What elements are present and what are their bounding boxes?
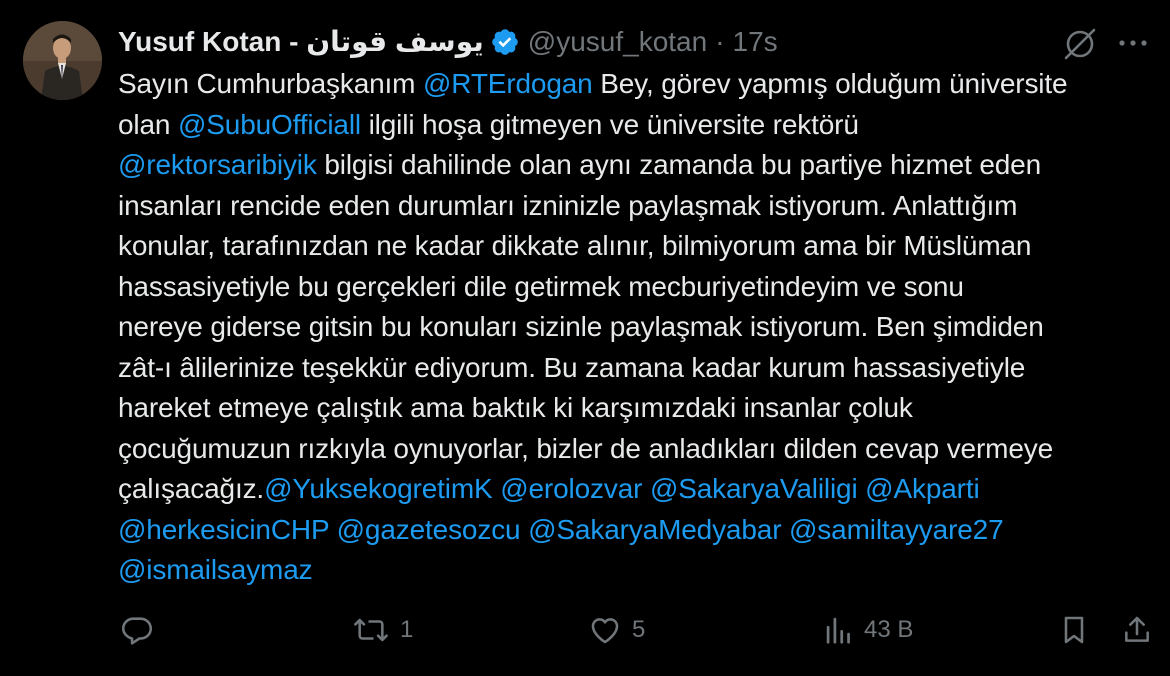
tweet-text-segment: ilgili hoşa gitmeyen ve üniversite rektö… bbox=[360, 108, 859, 140]
tweet-text-segment: çalışacağız. bbox=[118, 473, 265, 504]
tweet-text-segment bbox=[781, 514, 789, 545]
verified-badge-icon[interactable] bbox=[490, 27, 520, 57]
bookmark-icon bbox=[1064, 616, 1084, 644]
tweet-text-line: olan @SubuOfficiall ilgili hoşa gitmeyen… bbox=[118, 105, 1158, 146]
tweet-text-segment: nereye giderse gitsin bu konuları sizinl… bbox=[118, 311, 1044, 342]
tweet-header: Yusuf Kotan - يوسف قوتان @yusuf_kotan · … bbox=[118, 22, 778, 62]
tweet-text-segment: insanları rencide eden durumları izniniz… bbox=[118, 189, 1018, 221]
tweet-actions: 1 5 43 B bbox=[0, 606, 1170, 654]
reply-icon bbox=[121, 617, 153, 645]
like-count: 5 bbox=[632, 616, 646, 643]
tweet-text-segment: zât-ı âlilerinize teşekkür ediyorum. Bu … bbox=[118, 351, 1026, 383]
heart-icon bbox=[591, 618, 619, 644]
tweet-text-segment: konular, tarafınızdan ne kadar dikkate a… bbox=[118, 230, 1032, 261]
mention-link[interactable]: @samiltayyare27 bbox=[789, 514, 1004, 545]
tweet: Yusuf Kotan - يوسف قوتان @yusuf_kotan · … bbox=[0, 0, 1170, 676]
mention-link[interactable]: @Akparti bbox=[865, 473, 980, 504]
tweet-text-line: zât-ı âlilerinize teşekkür ediyorum. Bu … bbox=[118, 348, 1158, 389]
mention-link[interactable]: @herkesicinCHP bbox=[118, 514, 329, 545]
tweet-text: Sayın Cumhurbaşkanım @RTErdogan Bey, gör… bbox=[118, 64, 1158, 591]
tweet-text-segment: Bey, görev yapmış olduğum üniversite bbox=[592, 68, 1068, 99]
like-button[interactable]: 5 bbox=[588, 606, 645, 654]
tweet-text-line: hareket etmeye çalıştık ama baktık ki ka… bbox=[118, 388, 1158, 429]
tweet-text-line: hassasiyetiyle bu gerçekleri dile getirm… bbox=[118, 267, 1158, 308]
author-handle[interactable]: @yusuf_kotan bbox=[528, 22, 707, 62]
mention-link[interactable]: @rektorsaribiyik bbox=[118, 149, 317, 180]
grok-icon[interactable] bbox=[1062, 26, 1098, 62]
author-display-name[interactable]: Yusuf Kotan - يوسف قوتان bbox=[118, 22, 484, 62]
mention-link[interactable]: @gazetesozcu bbox=[337, 514, 521, 545]
tweet-text-line: Sayın Cumhurbaşkanım @RTErdogan Bey, gör… bbox=[118, 64, 1158, 105]
tweet-text-line: @herkesicinCHP @gazetesozcu @SakaryaMedy… bbox=[118, 510, 1158, 551]
tweet-text-segment: hareket etmeye çalıştık ama baktık ki ka… bbox=[118, 392, 913, 423]
share-icon bbox=[1125, 616, 1149, 642]
tweet-text-segment: bilgisi dahilinde olan aynı zamanda bu p… bbox=[316, 149, 1042, 180]
mention-link[interactable]: @SakaryaValiligi bbox=[650, 473, 858, 504]
tweet-timestamp[interactable]: 17s bbox=[733, 22, 778, 62]
mention-link[interactable]: @SakaryaMedyabar bbox=[528, 514, 781, 545]
tweet-text-segment bbox=[642, 473, 650, 504]
avatar-photo bbox=[23, 21, 102, 100]
mention-link[interactable]: @erolozvar bbox=[500, 473, 642, 504]
mention-link[interactable]: @YuksekogretimK bbox=[264, 473, 493, 504]
share-button[interactable] bbox=[1121, 606, 1153, 654]
tweet-text-line: çocuğumuzun rızkıyla oynuyorlar, bizler … bbox=[118, 429, 1158, 470]
views-icon bbox=[826, 617, 850, 644]
more-icon[interactable] bbox=[1118, 38, 1148, 48]
tweet-text-line: nereye giderse gitsin bu konuları sizinl… bbox=[118, 307, 1158, 348]
retweet-button[interactable]: 1 bbox=[352, 606, 413, 654]
tweet-text-line: insanları rencide eden durumları izniniz… bbox=[118, 186, 1158, 227]
tweet-text-segment bbox=[520, 514, 528, 545]
views-button[interactable]: 43 B bbox=[824, 606, 913, 654]
tweet-text-line: çalışacağız.@YuksekogretimK @erolozvar @… bbox=[118, 469, 1158, 510]
tweet-text-segment: Sayın Cumhurbaşkanım bbox=[118, 68, 423, 99]
views-count: 43 B bbox=[864, 616, 914, 643]
tweet-text-line: konular, tarafınızdan ne kadar dikkate a… bbox=[118, 226, 1158, 267]
mention-link[interactable]: @SubuOfficiall bbox=[178, 109, 361, 140]
bookmark-button[interactable] bbox=[1058, 606, 1090, 654]
retweet-count: 1 bbox=[400, 616, 414, 643]
retweet-icon bbox=[354, 618, 388, 642]
tweet-text-segment bbox=[329, 514, 337, 545]
tweet-text-segment: hassasiyetiyle bu gerçekleri dile getirm… bbox=[118, 270, 964, 302]
tweet-text-segment: olan bbox=[118, 108, 178, 140]
tweet-text-line: @ismailsaymaz bbox=[118, 550, 1158, 591]
mention-link[interactable]: @ismailsaymaz bbox=[118, 554, 313, 585]
reply-button[interactable] bbox=[120, 606, 164, 654]
separator-dot: · bbox=[715, 26, 725, 57]
tweet-text-line: @rektorsaribiyik bilgisi dahilinde olan … bbox=[118, 145, 1158, 186]
mention-link[interactable]: @RTErdogan bbox=[423, 68, 593, 99]
tweet-text-segment: çocuğumuzun rızkıyla oynuyorlar, bizler … bbox=[118, 432, 1054, 464]
avatar[interactable] bbox=[23, 21, 102, 100]
